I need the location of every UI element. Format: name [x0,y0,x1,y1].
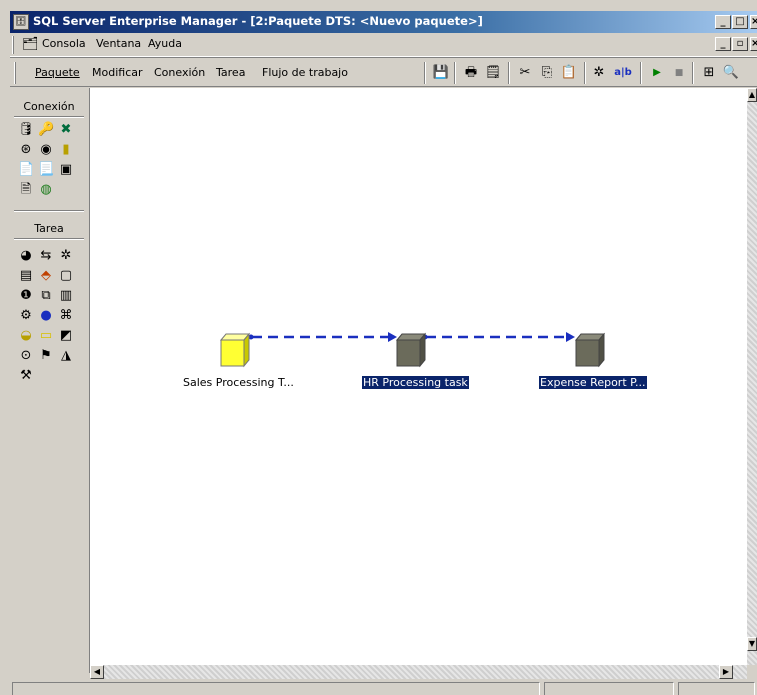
menu-modificar[interactable]: Modificar [92,66,143,79]
data-mining-task-icon[interactable]: ⊙ [18,348,34,364]
scroll-left-icon[interactable]: ◀ [90,665,104,679]
window-title: SQL Server Enterprise Manager - [2:Paque… [33,14,483,28]
divider [14,210,84,212]
vertical-scrollbar[interactable]: ▲ ▼ [747,88,757,665]
dbase-connection-icon[interactable]: ⊛ [18,142,34,158]
title-bar: 🗄 SQL Server Enterprise Manager - [2:Paq… [10,11,757,33]
html-connection-icon[interactable]: ◉ [38,142,54,158]
status-panel-main [12,682,540,695]
task-section-title: Tarea [34,222,64,235]
menu-tarea[interactable]: Tarea [216,66,245,79]
scroll-down-icon[interactable]: ▼ [747,637,757,651]
udl-connection-icon[interactable]: ▣ [58,162,74,178]
toolbar-separator [692,62,694,84]
copy-objects-task-icon[interactable]: ⧉ [38,288,54,304]
scroll-right-icon[interactable]: ▶ [719,665,733,679]
menu-consola[interactable]: Consola [42,37,86,50]
oracle-connection-icon[interactable]: ▮ [58,142,74,158]
paste-icon[interactable]: 📋 [560,64,578,82]
transform-data-task-icon[interactable]: ✲ [58,248,74,264]
menu-ventana[interactable]: Ventana [96,37,141,50]
connection-section-title: Conexión [23,100,75,113]
grip [12,36,14,54]
sales-task-cube[interactable] [219,332,251,368]
horizontal-scrollbar[interactable]: ◀ ▶ [90,665,747,679]
child-minimize-button[interactable]: _ [715,37,731,51]
divider [14,116,84,118]
zoom-icon[interactable]: 🔍 [722,64,740,82]
task-label-expense[interactable]: Expense Report P... [539,376,647,389]
message-queue-task-icon[interactable]: ⬘ [38,268,54,284]
dynamic-properties-task-icon[interactable]: ⚙ [18,308,34,324]
cut-icon[interactable]: ✂ [516,64,534,82]
copy-icon[interactable]: ⎘ [538,64,556,82]
properties-icon[interactable]: 🗒 [484,64,502,82]
send-mail-task-icon[interactable]: ● [38,308,54,324]
menu-ayuda[interactable]: Ayuda [148,37,182,50]
menu-paquete[interactable]: Paquete [35,66,80,79]
package-toolbar: Paquete Modificar Conexión Tarea Flujo d… [10,57,757,87]
child-close-button[interactable]: × [750,37,757,51]
status-bar [10,680,757,695]
grip [14,62,16,84]
console-icon[interactable]: 🗂 [22,37,39,52]
maximize-button[interactable]: □ [732,15,748,29]
text-annotation-button[interactable]: a|b [610,64,636,82]
task-label-hr[interactable]: HR Processing task [362,376,469,389]
transfer-jobs-task-icon[interactable]: ◒ [18,328,34,344]
text-source-connection-icon[interactable]: 📄 [18,162,34,178]
menu-flujo-de-trabajo[interactable]: Flujo de trabajo [262,66,348,79]
bulk-insert-task-icon[interactable]: ❶ [18,288,34,304]
sql-task-icon[interactable]: ▢ [58,268,74,284]
toolbar-separator [640,62,642,84]
task-label-sales[interactable]: Sales Processing T... [183,376,294,389]
menu-bar: 🗂 Consola Ventana Ayuda _ ▫ × [10,33,757,57]
sql-server-connection-icon[interactable]: 🛢 [18,122,35,138]
analysis-services-task-icon[interactable]: ◩ [58,328,74,344]
transfer-master-procs-task-icon[interactable]: ◮ [58,348,74,364]
toolbar-separator [508,62,510,84]
execute-package-task-icon[interactable]: ▤ [18,268,34,284]
toolbar-separator [424,62,426,84]
menu-conexion[interactable]: Conexión [154,66,205,79]
workflow-arrow-1[interactable] [248,332,398,342]
toolbar-separator [584,62,586,84]
transfer-logins-task-icon[interactable]: ⌘ [58,308,74,324]
divider [14,238,84,240]
activex-task-icon[interactable]: ◕ [18,248,34,264]
print-icon[interactable]: 🖶 [462,64,480,82]
other-connection-icon[interactable]: ◍ [38,182,54,198]
excel-connection-icon[interactable]: ✖ [58,122,74,138]
layout-icon[interactable]: ⊞ [700,64,718,82]
stop-icon[interactable]: ■ [670,64,688,82]
minimize-button[interactable]: _ [715,15,731,29]
status-panel-secondary [544,682,674,695]
transform-icon[interactable]: ✲ [590,64,608,82]
scroll-up-icon[interactable]: ▲ [747,88,757,102]
paradox-connection-icon[interactable]: 🗎 [18,182,34,198]
text-destination-connection-icon[interactable]: 📃 [38,162,54,178]
data-driven-query-task-icon[interactable]: ▥ [58,288,74,304]
package-designer-canvas[interactable]: Sales Processing T... HR Processing task… [90,88,747,665]
close-button[interactable]: × [750,15,757,29]
toolbar-separator [454,62,456,84]
child-restore-button[interactable]: ▫ [732,37,748,51]
status-panel-tertiary [678,682,755,695]
access-connection-icon[interactable]: 🔑 [38,122,54,138]
custom-task-icon[interactable]: ⚒ [18,368,34,384]
hr-task-cube[interactable] [395,332,427,368]
app-icon: 🗄 [13,14,29,30]
workflow-arrow-2[interactable] [422,332,576,342]
save-icon[interactable]: 💾 [432,64,450,82]
object-palette: Conexión 🛢 🔑 ✖ ⊛ ◉ ▮ 📄 📃 ▣ 🗎 ◍ Tarea ◕ ⇆… [10,88,90,673]
transfer-databases-task-icon[interactable]: ⚑ [38,348,54,364]
transfer-errors-task-icon[interactable]: ▭ [38,328,54,344]
ftp-task-icon[interactable]: ⇆ [38,248,54,264]
run-icon[interactable]: ▶ [648,64,666,82]
expense-task-cube[interactable] [574,332,606,368]
